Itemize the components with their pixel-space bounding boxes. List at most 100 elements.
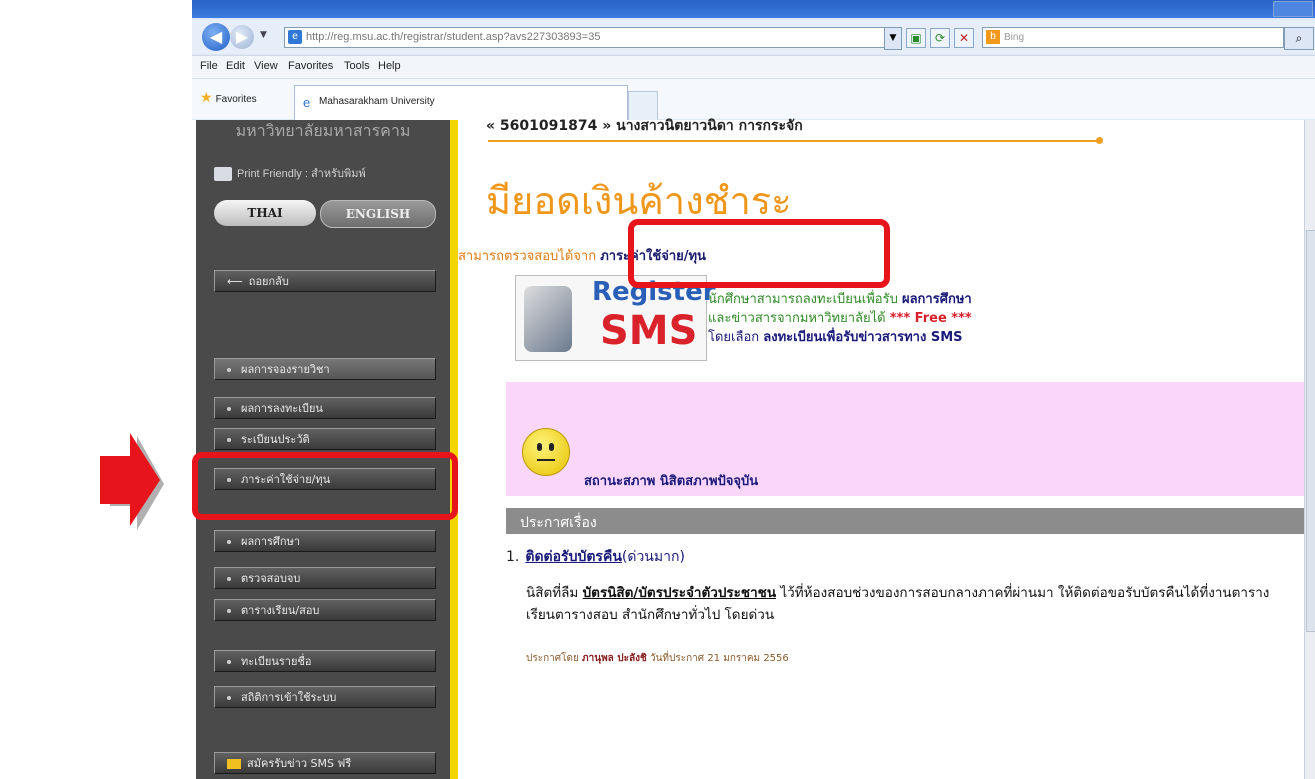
- sidebar-item-schedule[interactable]: ตารางเรียน/สอบ: [214, 599, 436, 621]
- bullet-icon: [227, 577, 231, 581]
- bullet-icon: [227, 438, 231, 442]
- grades-link[interactable]: ผลการศึกษา: [902, 292, 972, 307]
- sms-line3-text: โดยเลือก: [708, 330, 760, 345]
- sidebar: มหาวิทยาลัยมหาสารคาม Print Friendly : สำ…: [196, 120, 450, 779]
- favorites-button[interactable]: ★ Favorites: [200, 89, 257, 106]
- announcement-meta: ประกาศโดย ภานุพล ปะลังชิ วันที่ประกาศ 21…: [526, 651, 789, 666]
- sidebar-item-label: ทะเบียนรายชื่อ: [241, 655, 312, 668]
- sidebar-item-course-reservation[interactable]: ผลการจองรายวิชา: [214, 358, 436, 380]
- search-input[interactable]: b Bing: [982, 27, 1284, 48]
- bullet-icon: [227, 696, 231, 700]
- university-name: มหาวิทยาลัยมหาสารคาม: [235, 121, 411, 140]
- body-pre: นิสิตที่ลืม: [526, 585, 579, 601]
- stop-icon[interactable]: ✕: [954, 28, 974, 48]
- menu-favorites[interactable]: Favorites: [288, 60, 333, 72]
- compatibility-view-icon[interactable]: ▣: [906, 28, 926, 48]
- announcement-author: ภานุพล ปะลังชิ: [582, 653, 647, 664]
- back-arrow-icon: ⟵: [227, 275, 243, 288]
- mouth-icon: [537, 459, 555, 461]
- announcement-date: 21 มกราคม 2556: [707, 653, 789, 664]
- sidebar-item-registration-result[interactable]: ผลการลงทะเบียน: [214, 397, 436, 419]
- forward-icon[interactable]: ▶: [230, 25, 254, 49]
- print-friendly-link[interactable]: Print Friendly : สำหรับพิมพ์: [214, 164, 366, 182]
- star-icon: ★: [200, 89, 213, 105]
- sidebar-item-label: ผลการลงทะเบียน: [241, 402, 323, 415]
- thai-language-button[interactable]: THAI: [214, 200, 316, 226]
- sidebar-item-usage-stats[interactable]: สถิติการเข้าใช้ระบบ: [214, 686, 436, 708]
- history-dropdown-icon[interactable]: ▼: [260, 30, 267, 40]
- phone-icon: [524, 286, 572, 352]
- back-button[interactable]: ⟵ ถอยกลับ: [214, 270, 436, 292]
- announcement-title: 1. ติดต่อรับบัตรคืน(ด่วนมาก): [506, 546, 685, 568]
- mail-icon: [227, 759, 241, 769]
- english-language-button[interactable]: ENGLISH: [320, 200, 436, 228]
- sidebar-item-grades[interactable]: ผลการศึกษา: [214, 530, 436, 552]
- neutral-face-icon: [522, 428, 570, 476]
- tab-title: Mahasarakham University: [319, 96, 435, 107]
- status-panel: สถานะสภาพ นิสิตสภาพปัจจุบัน: [506, 382, 1304, 496]
- student-status: สถานะสภาพ นิสิตสภาพปัจจุบัน: [584, 474, 759, 489]
- print-friendly-label: Print Friendly : สำหรับพิมพ์: [237, 168, 366, 180]
- search-placeholder: Bing: [1004, 32, 1025, 43]
- sms-line1-text: นักศึกษาสามารถลงทะเบียนเพื่อรับ: [708, 292, 898, 307]
- menu-view[interactable]: View: [254, 60, 278, 72]
- bullet-icon: [227, 660, 231, 664]
- refresh-icon[interactable]: ⟳: [930, 28, 950, 48]
- favorites-label: Favorites: [215, 94, 257, 105]
- announcement-heading: ประกาศเรื่อง: [520, 515, 597, 531]
- browser-chrome: ◀ ▶ ▼ e http://reg.msu.ac.th/registrar/st…: [192, 0, 1315, 120]
- highlight-fees-link: [628, 219, 890, 288]
- eye-icon: [549, 443, 554, 451]
- free-badge: *** Free ***: [889, 311, 972, 326]
- vertical-scrollbar[interactable]: [1304, 120, 1315, 779]
- announcement-header: ประกาศเรื่อง: [506, 508, 1304, 534]
- sidebar-item-label: ตารางเรียน/สอบ: [241, 604, 320, 617]
- sms-register-link[interactable]: ลงทะเบียนเพื่อรับข่าวสารทาง SMS: [763, 330, 962, 345]
- sms-signup-button[interactable]: สมัครรับข่าว SMS ฟรี: [214, 752, 436, 774]
- announcement-number: 1.: [506, 549, 520, 565]
- bullet-icon: [227, 407, 231, 411]
- window-controls[interactable]: [1273, 1, 1313, 17]
- address-url: http://reg.msu.ac.th/registrar/student.a…: [306, 31, 601, 43]
- menu-help[interactable]: Help: [378, 60, 401, 72]
- sidebar-item-label: สถิติการเข้าใช้ระบบ: [241, 691, 337, 704]
- search-icon[interactable]: ⌕: [1284, 27, 1314, 50]
- printer-icon: [214, 167, 232, 182]
- scrollbar-thumb[interactable]: [1306, 230, 1315, 632]
- student-id-line: « 5601091874 » นางสาวนิตยาวนิดา การกระจั…: [486, 118, 803, 134]
- logo-sms-text: SMS: [600, 308, 698, 354]
- favorites-bar: ★ Favorites e Mahasarakham University: [192, 78, 1315, 120]
- sms-info: นักศึกษาสามารถลงทะเบียนเพื่อรับ ผลการศึก…: [708, 290, 972, 347]
- page-icon: e: [288, 30, 302, 44]
- red-arrow-icon: [100, 433, 164, 530]
- address-bar[interactable]: e http://reg.msu.ac.th/registrar/student.…: [284, 27, 886, 48]
- menu-edit[interactable]: Edit: [226, 60, 245, 72]
- header-divider: [488, 140, 1100, 142]
- ie-icon: e: [303, 95, 311, 110]
- menu-bar: File Edit View Favorites Tools Help: [192, 55, 1315, 78]
- sms-signup-label: สมัครรับข่าว SMS ฟรี: [247, 757, 352, 770]
- sms-line2-text: และข่าวสารจากมหาวิทยาลัยได้: [708, 311, 886, 326]
- eye-icon: [537, 443, 542, 451]
- menu-file[interactable]: File: [200, 60, 218, 72]
- sidebar-item-student-record[interactable]: ระเบียนประวัติ: [214, 428, 436, 450]
- announcement-link[interactable]: ติดต่อรับบัตรคืน: [525, 549, 622, 565]
- menu-tools[interactable]: Tools: [344, 60, 370, 72]
- back-icon[interactable]: ◀: [202, 23, 230, 51]
- highlight-sidebar-fees: [192, 452, 458, 520]
- bullet-icon: [227, 609, 231, 613]
- announcement-body: นิสิตที่ลืม บัตรนิสิต/บัตรประจำตัวประชาช…: [526, 582, 1296, 626]
- back-label: ถอยกลับ: [248, 275, 289, 288]
- sidebar-item-roster[interactable]: ทะเบียนรายชื่อ: [214, 650, 436, 672]
- sidebar-divider: [450, 120, 458, 779]
- sidebar-item-label: ผลการจองรายวิชา: [241, 363, 330, 376]
- address-dropdown-icon[interactable]: ▼: [884, 27, 902, 50]
- bullet-icon: [227, 368, 231, 372]
- sidebar-item-graduation-check[interactable]: ตรวจสอบจบ: [214, 567, 436, 589]
- date-label: วันที่ประกาศ: [649, 653, 705, 664]
- sidebar-item-label: ตรวจสอบจบ: [241, 572, 301, 585]
- check-prefix: สามารถตรวจสอบได้จาก: [458, 249, 597, 264]
- sidebar-item-label: ผลการศึกษา: [241, 535, 301, 548]
- urgency-label: (ด่วนมาก): [621, 549, 685, 565]
- sidebar-item-label: ระเบียนประวัติ: [241, 433, 310, 446]
